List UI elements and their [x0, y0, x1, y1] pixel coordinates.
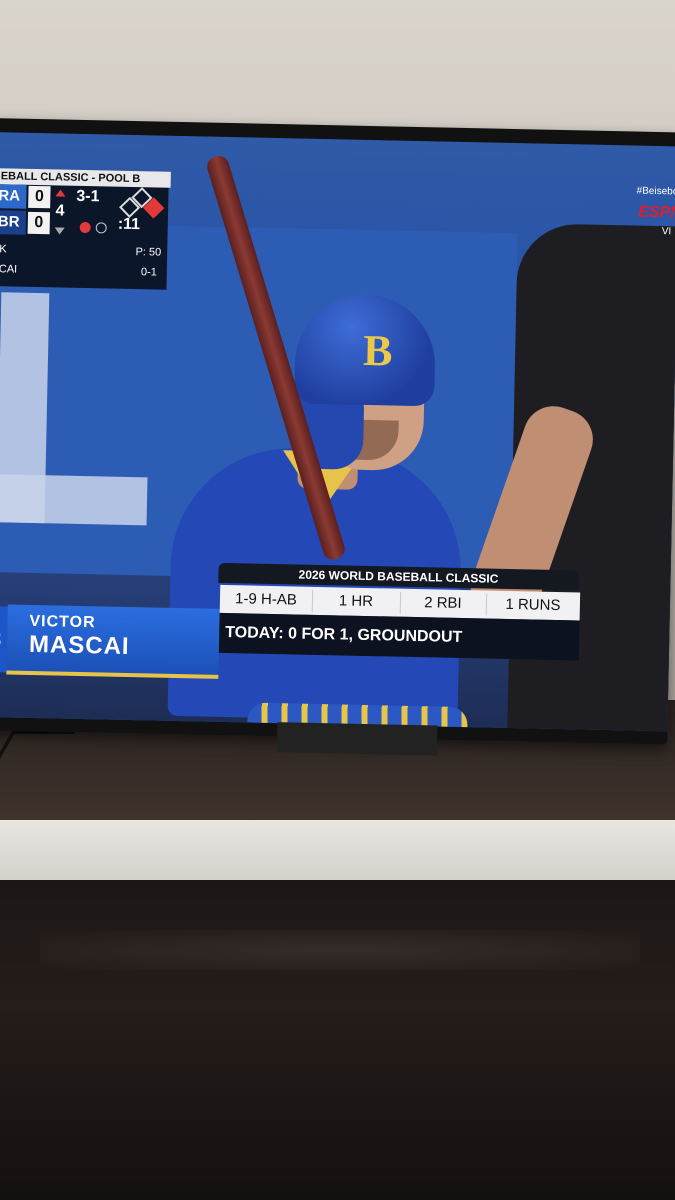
- team-row-1: RA 0: [0, 184, 59, 211]
- stat-home-runs: 1 HR: [311, 589, 402, 614]
- pitch-count: P: 50: [135, 246, 162, 259]
- hashtag-text: #Beisebo: [636, 185, 675, 198]
- player-first-name: VICTOR: [29, 612, 96, 632]
- team-row-2: BR 0: [0, 210, 58, 237]
- score-bug: EBALL CLASSIC - POOL B RA 0 BR 0 4 3-1 :…: [0, 168, 171, 290]
- helmet-logo: B: [362, 325, 394, 376]
- player-lower-third: 2026 WORLD BASEBALL CLASSIC 3 VICTOR MAS…: [0, 558, 591, 691]
- ball-strike-count: 3-1: [76, 187, 100, 206]
- out-dot-icon: [95, 222, 107, 234]
- team1-score: 0: [28, 185, 51, 209]
- outs-indicator: [79, 220, 112, 239]
- stat-runs: 1 RUNS: [505, 595, 561, 615]
- stat-rbi: 2 RBI: [399, 591, 488, 616]
- stat-hits-at-bats: 1-9 H-AB: [219, 587, 314, 612]
- player-name-panel: VICTOR MASCAI: [6, 604, 220, 679]
- out-dot-icon: [79, 221, 91, 234]
- television: B EBALL CLASSIC - POOL B RA 0 BR 0 4 3-1: [0, 118, 675, 756]
- team1-abbr: RA: [0, 184, 27, 209]
- network-sub-text: VI: [661, 226, 672, 238]
- team2-score: 0: [27, 211, 51, 235]
- tv-screen: B EBALL CLASSIC - POOL B RA 0 BR 0 4 3-1: [0, 132, 675, 732]
- player-last-name: MASCAI: [28, 630, 130, 661]
- table-reflection: [40, 930, 640, 970]
- network-logo: ESPN: [637, 203, 675, 222]
- dark-table: [0, 880, 675, 1200]
- pitcher-line: K P: 50: [0, 240, 167, 262]
- pitch-clock: :11: [117, 215, 141, 234]
- team2-abbr: BR: [0, 210, 27, 235]
- batter-today: 0-1: [140, 266, 157, 279]
- tv-base-mount: [276, 722, 438, 756]
- batter-name-fragment: CAI: [0, 263, 18, 276]
- inning-bottom-arrow-icon: [54, 227, 65, 235]
- batter-line: CAI 0-1: [0, 260, 167, 282]
- stand-edge: [0, 820, 675, 880]
- bases-diamond-icon: [119, 187, 165, 219]
- pitcher-name-fragment: K: [0, 243, 7, 256]
- today-summary: TODAY: 0 FOR 1, GROUNDOUT: [218, 612, 580, 661]
- wall-letter-l: [0, 292, 156, 526]
